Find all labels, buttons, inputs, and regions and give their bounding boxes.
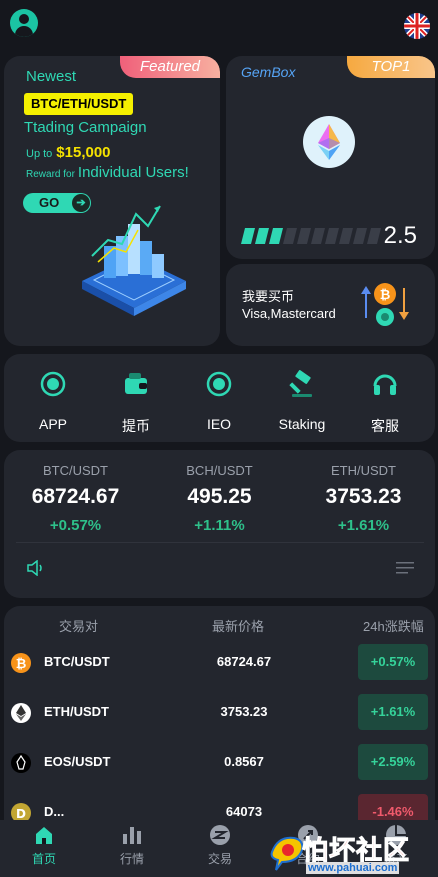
divider <box>16 542 424 543</box>
site-watermark: 怕坏社区 www.pahuai.com <box>262 832 438 877</box>
ticker-pair: BTC/USDT <box>43 463 108 478</box>
row-pair: EOS/USDT <box>44 754 111 769</box>
ticker-change: +0.57% <box>49 517 102 534</box>
menu-item-withdraw[interactable]: 提币 <box>93 354 179 442</box>
menu-item-support[interactable]: 客服 <box>342 354 428 442</box>
nav-label: 交易 <box>207 852 232 866</box>
top-bar <box>0 0 438 52</box>
headset-icon <box>373 374 397 395</box>
ticker-pair: BCH/USDT <box>186 463 253 478</box>
quick-menu: APP 提币 IEO Staking 客服 <box>4 354 435 442</box>
table-row[interactable]: ETH/USDT 3753.23 +1.61% <box>4 688 435 738</box>
buy-methods: Visa,Mastercard <box>242 306 336 321</box>
row-pair: BTC/USDT <box>44 654 110 669</box>
table-row[interactable]: ₿ BTC/USDT 68724.67 +0.57% <box>4 638 435 688</box>
row-price: 68724.67 <box>216 654 272 669</box>
reward-target: Individual Users! <box>77 164 189 181</box>
reward-line: Reward for Individual Users! <box>26 164 189 181</box>
upto-amount: $15,000 <box>56 144 111 161</box>
top1-tag: TOP1 <box>347 56 435 78</box>
isometric-city-illustration <box>82 205 186 316</box>
user-avatar-icon[interactable] <box>10 9 38 37</box>
home-icon <box>36 827 52 844</box>
row-price: 64073 <box>225 804 263 819</box>
ethereum-icon <box>11 703 31 723</box>
pair-badge: BTC/ETH/USDT <box>24 93 134 115</box>
hammer-icon <box>289 370 312 397</box>
menu-item-label: 提币 <box>122 418 150 434</box>
row-change: +0.57% <box>358 644 428 680</box>
buy-title: 我要买币 <box>242 289 295 304</box>
ticker-price: 68724.67 <box>31 485 120 508</box>
gembox-title: GemBox <box>241 64 296 80</box>
ticker-change: +1.61% <box>337 517 390 534</box>
nav-label: 行情 <box>119 852 144 866</box>
eos-icon <box>11 753 31 773</box>
upto-line: Up to $15,000 <box>26 144 111 161</box>
row-price: 3753.23 <box>220 704 268 719</box>
row-pair: ETH/USDT <box>44 704 109 719</box>
ticker-pair: ETH/USDT <box>331 463 396 478</box>
featured-tag: Featured <box>120 56 220 78</box>
svg-text:₿: ₿ <box>16 657 27 672</box>
upto-label: Up to <box>26 148 53 160</box>
list-icon[interactable] <box>396 561 414 575</box>
menu-item-label: Staking <box>278 416 326 432</box>
gembox-card[interactable]: GemBox TOP1 2.5 <box>226 56 435 259</box>
nav-label: 首页 <box>31 852 56 866</box>
campaign-title: Ttading Campaign <box>24 119 147 136</box>
nav-markets[interactable]: 行情 <box>88 820 176 877</box>
table-row[interactable]: EOS/USDT 0.8567 +2.59% <box>4 738 435 788</box>
buy-crypto-card[interactable]: 我要买币 Visa,Mastercard ₿ <box>226 264 435 346</box>
gembox-level: 2.5 <box>383 222 417 249</box>
menu-item-app[interactable]: APP <box>10 354 96 442</box>
coin-exchange-icon: ₿ <box>361 283 409 326</box>
menu-item-label: APP <box>38 416 67 432</box>
row-change: +1.61% <box>358 694 428 730</box>
watermark-url: www.pahuai.com <box>306 862 400 874</box>
header-change: 24h涨跌幅 <box>363 619 424 634</box>
ticker-price: 495.25 <box>187 485 252 508</box>
row-pair: D... <box>44 804 65 819</box>
gembox-progress-bar <box>241 228 381 244</box>
trade-icon <box>210 825 230 845</box>
campaign-banner[interactable]: Featured Newest BTC/ETH/USDT Ttading Cam… <box>4 56 220 346</box>
app-icon <box>40 371 66 397</box>
header-price: 最新价格 <box>212 619 265 634</box>
wallet-icon <box>125 373 147 394</box>
ticker-panel: BTC/USDT 68724.67 +0.57% BCH/USDT 495.25… <box>4 450 435 598</box>
row-change: +2.59% <box>358 744 428 780</box>
uk-flag-icon[interactable] <box>404 13 430 39</box>
nav-home[interactable]: 首页 <box>0 820 88 877</box>
nav-trade[interactable]: 交易 <box>176 820 264 877</box>
speaker-icon[interactable] <box>26 560 46 576</box>
ethereum-icon <box>303 116 355 168</box>
newest-label: Newest <box>26 68 77 85</box>
watermark-logo-icon <box>270 836 304 871</box>
row-price: 0.8567 <box>224 754 264 769</box>
bitcoin-icon: ₿ <box>11 653 31 673</box>
chart-bars-icon <box>123 827 141 844</box>
ticker-price: 3753.23 <box>325 485 402 508</box>
ticker-change: +1.11% <box>194 517 245 534</box>
header-pair: 交易对 <box>59 619 99 634</box>
ieo-icon <box>206 371 232 397</box>
menu-item-label: IEO <box>206 416 232 432</box>
reward-label: Reward for <box>26 169 75 180</box>
svg-text:₿: ₿ <box>380 288 391 303</box>
menu-item-label: 客服 <box>371 418 399 434</box>
go-label: GO <box>39 195 60 210</box>
menu-item-ieo[interactable]: IEO <box>176 354 262 442</box>
menu-item-staking[interactable]: Staking <box>259 354 345 442</box>
svg-text:D: D <box>16 807 26 821</box>
